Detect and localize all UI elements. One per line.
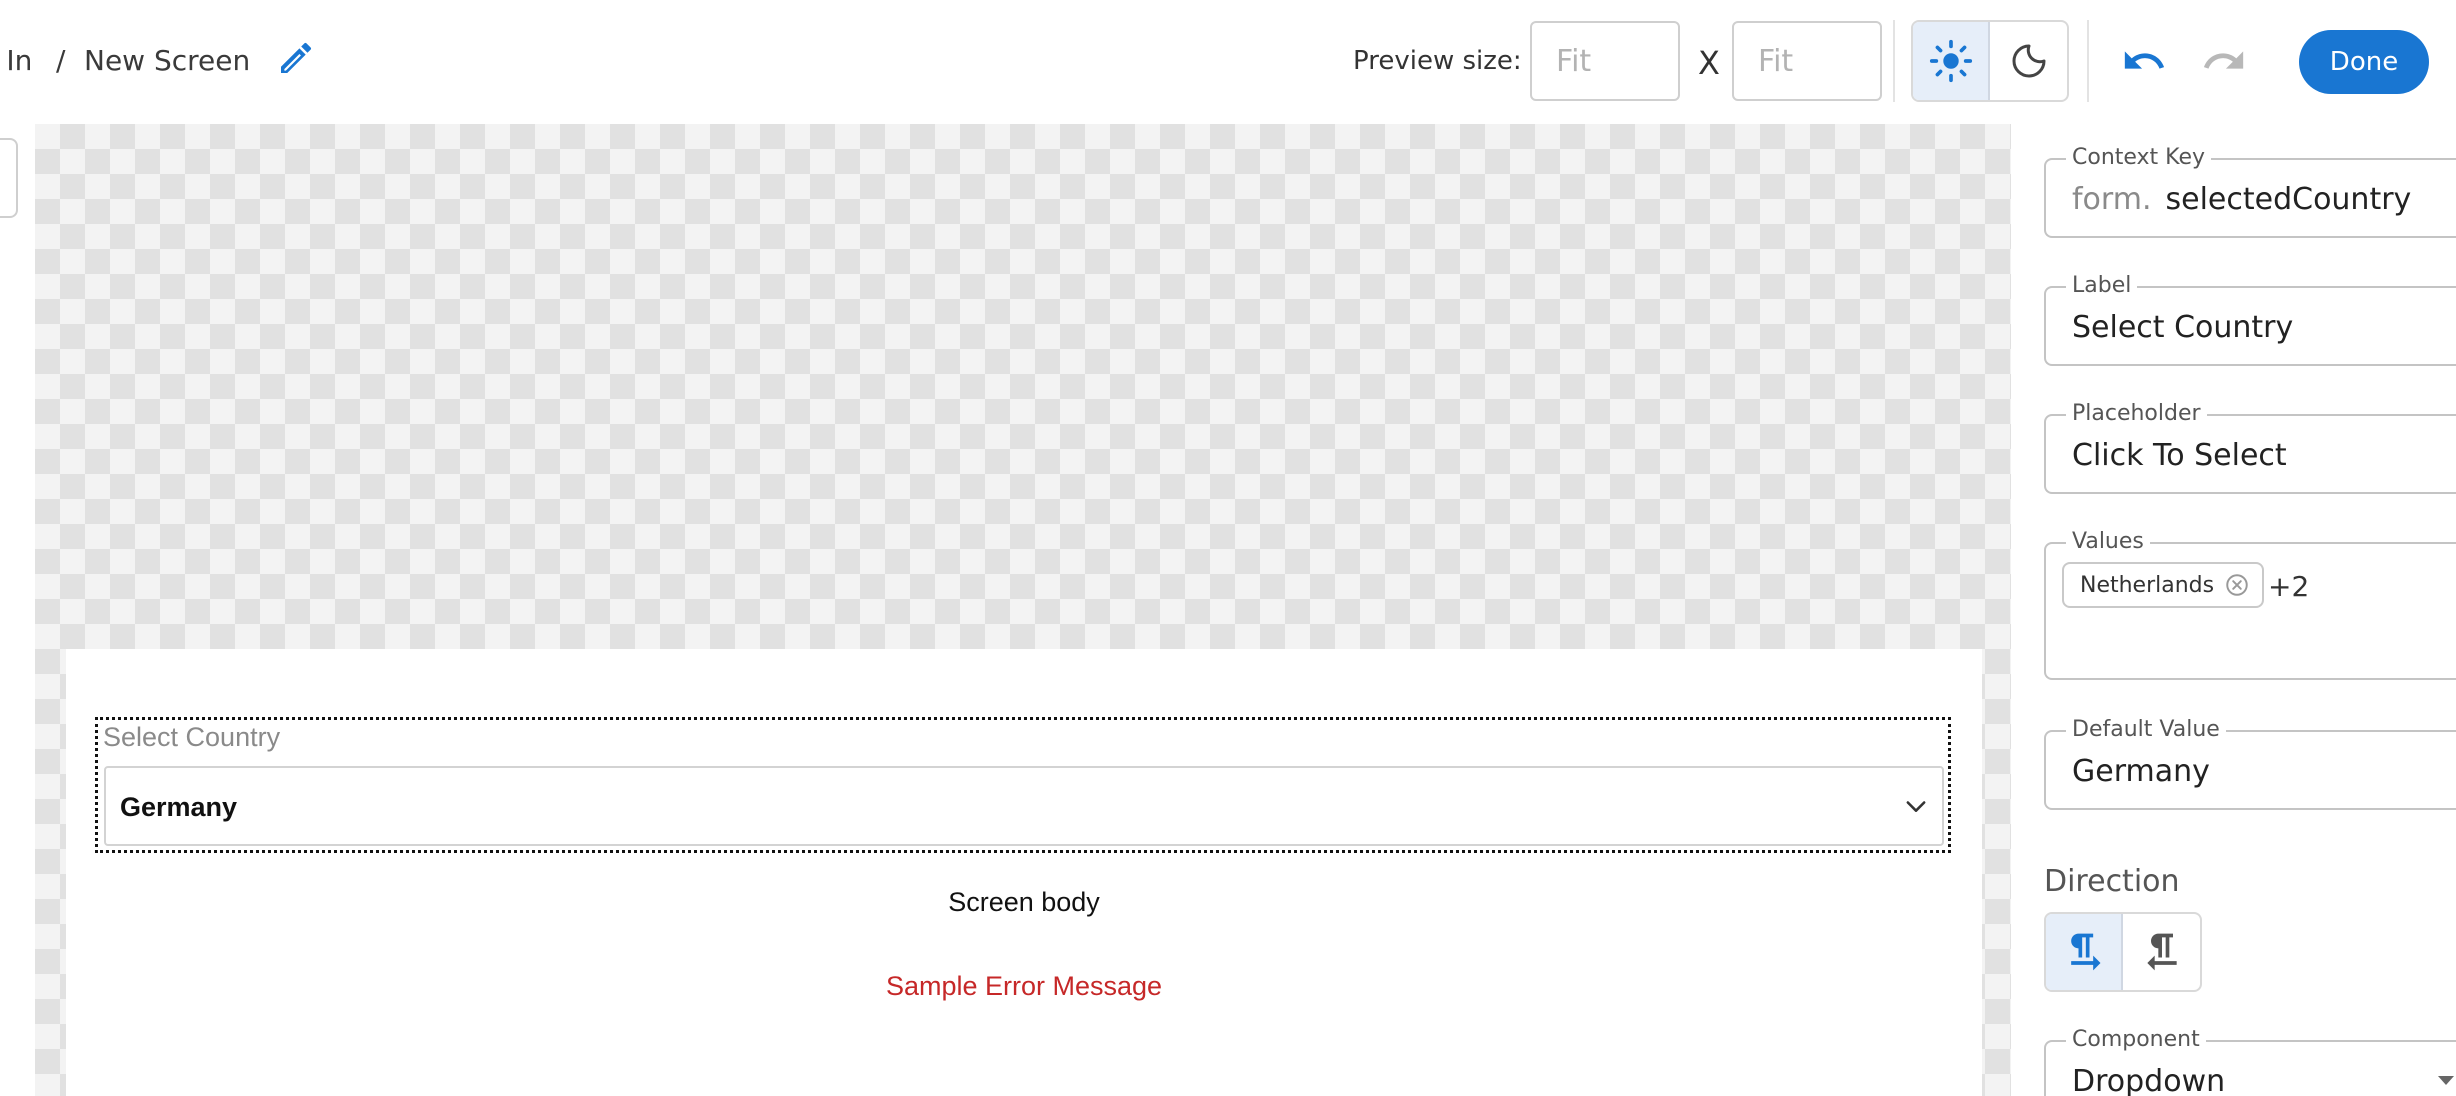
default-value-value[interactable]: Germany [2072, 754, 2210, 789]
more-values-count[interactable]: +2 [2268, 570, 2309, 603]
context-key-field[interactable]: Context Key form. selectedCountry [2044, 145, 2456, 238]
direction-toggle [2044, 912, 2202, 992]
component-legend: Component [2066, 1027, 2206, 1052]
label-legend: Label [2066, 273, 2138, 298]
direction-title: Direction [2044, 864, 2180, 899]
breadcrumb-current: New Screen [84, 44, 251, 77]
values-field[interactable]: Values Netherlands +2 [2044, 529, 2456, 680]
context-key-legend: Context Key [2066, 145, 2212, 170]
undo-icon[interactable] [2118, 38, 2170, 84]
left-panel-edge[interactable] [0, 138, 18, 218]
context-key-value[interactable]: selectedCountry [2165, 182, 2411, 217]
context-key-prefix: form. [2072, 182, 2152, 217]
preview-size-label: Preview size: [1353, 46, 1522, 76]
divider [1893, 20, 1895, 102]
screen-preview: Select Country Germany Screen body Sampl… [66, 649, 1982, 1096]
placeholder-legend: Placeholder [2066, 401, 2207, 426]
context-key-value-wrap: form. selectedCountry [2072, 182, 2411, 217]
ltr-icon [2070, 933, 2100, 971]
light-theme-button[interactable] [1913, 22, 1991, 100]
clear-chip-icon[interactable] [2224, 572, 2250, 598]
screen-body-text: Screen body [948, 887, 1100, 917]
value-chip[interactable]: Netherlands [2062, 562, 2265, 608]
preview-height-input[interactable] [1732, 21, 1882, 101]
breadcrumb-parent[interactable]: r In [0, 44, 32, 77]
default-value-legend: Default Value [2066, 717, 2226, 742]
dark-theme-button[interactable] [1990, 22, 2067, 100]
default-value-field[interactable]: Default Value Germany [2044, 717, 2456, 810]
properties-panel: Context Key form. selectedCountry Label S… [2030, 124, 2456, 1096]
preview-canvas: Select Country Germany Screen body Sampl… [35, 124, 2011, 1096]
redo-icon[interactable] [2198, 38, 2250, 84]
placeholder-value[interactable]: Click To Select [2072, 438, 2287, 473]
placeholder-field[interactable]: Placeholder Click To Select [2044, 401, 2456, 494]
pencil-icon[interactable] [276, 38, 316, 78]
theme-toggle [1911, 20, 2069, 102]
size-separator: X [1698, 44, 1720, 82]
moon-icon [2012, 44, 2045, 78]
top-bar: r In / New Screen Preview size: X [0, 0, 2456, 124]
sun-icon [1929, 39, 1972, 83]
country-dropdown[interactable]: Germany [104, 766, 1944, 846]
dropdown-value: Germany [120, 792, 238, 822]
rtl-button[interactable] [2123, 914, 2200, 990]
chevron-down-icon [1906, 801, 1926, 812]
dropdown-label: Select Country [103, 722, 281, 752]
divider [2087, 20, 2089, 102]
breadcrumb-separator: / [56, 44, 66, 77]
value-chip-label: Netherlands [2080, 572, 2215, 598]
selected-component-outline[interactable]: Select Country Germany [95, 717, 1951, 853]
component-value: Dropdown [2072, 1064, 2226, 1096]
error-message: Sample Error Message [885, 971, 1163, 1001]
label-field[interactable]: Label Select Country [2044, 273, 2456, 366]
preview-width-input[interactable] [1530, 21, 1680, 101]
done-button[interactable]: Done [2299, 30, 2429, 94]
label-value[interactable]: Select Country [2072, 310, 2293, 345]
ltr-button[interactable] [2046, 914, 2124, 990]
values-legend: Values [2066, 529, 2150, 554]
component-select[interactable]: Component Dropdown [2044, 1027, 2456, 1096]
caret-down-icon [2438, 1076, 2454, 1085]
rtl-icon [2146, 933, 2177, 971]
